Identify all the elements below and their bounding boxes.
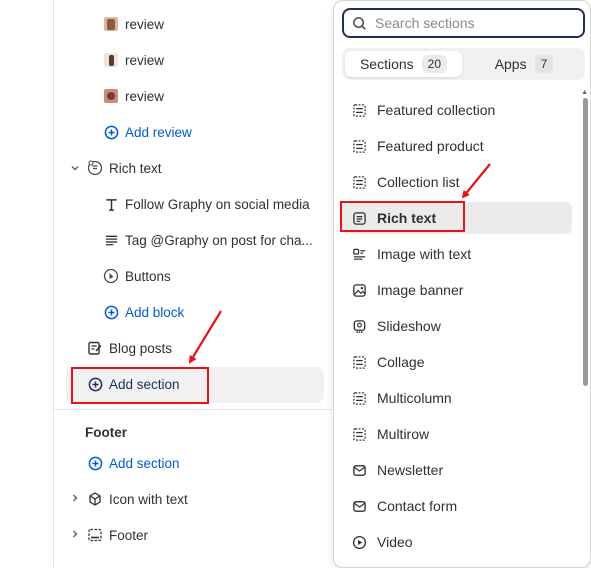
annotation-arrow <box>461 163 491 199</box>
annotation-arrows <box>188 163 491 364</box>
annotation-arrow <box>188 310 222 364</box>
